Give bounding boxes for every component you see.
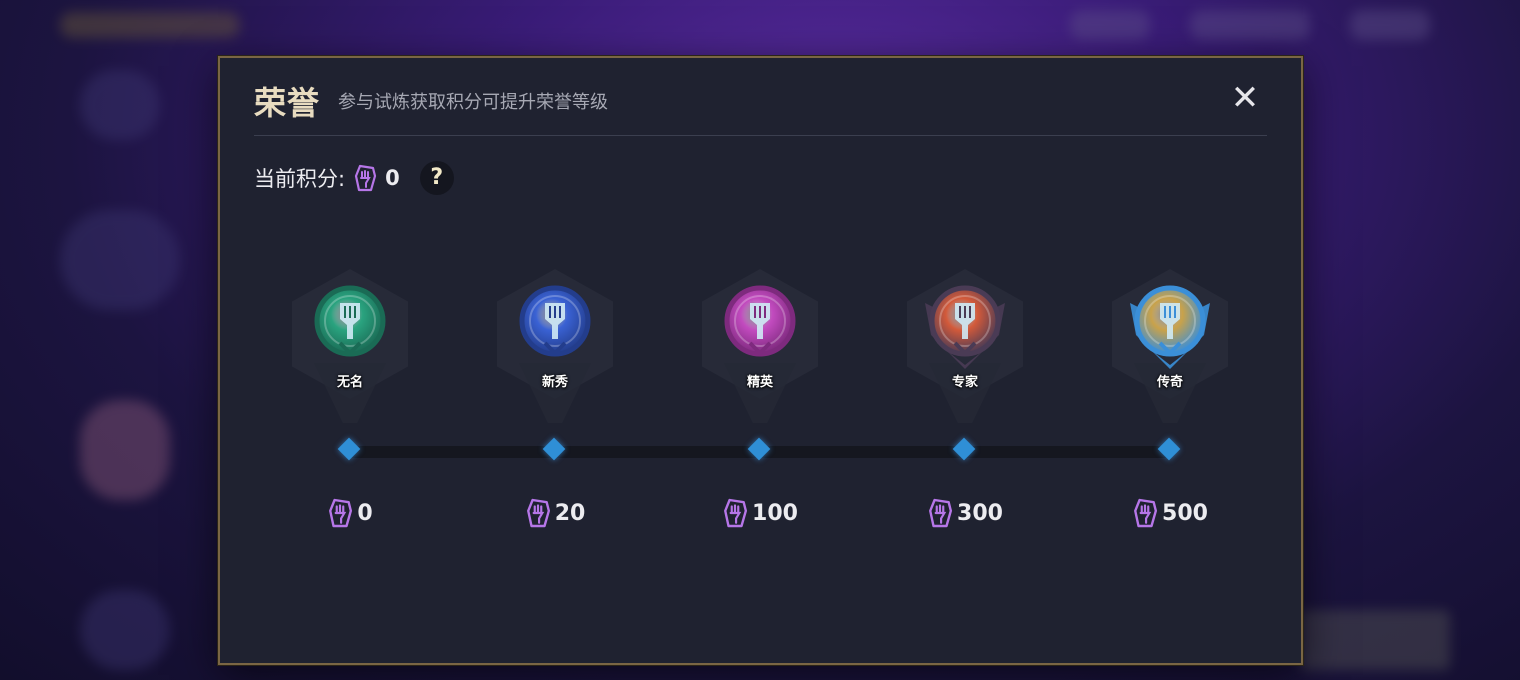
tier-list: 无名 0 新秀 20 精英 100 专家 300 传奇 500: [220, 58, 1301, 663]
background-blur: [1070, 10, 1150, 40]
tier-item: 新秀 20: [475, 263, 635, 543]
spatula-emblem-icon: [724, 285, 796, 357]
tier-requirement: 20: [475, 497, 635, 529]
tier-requirement-value: 500: [1162, 500, 1208, 526]
tier-name: 新秀: [541, 375, 568, 390]
tier-requirement-value: 100: [752, 500, 798, 526]
background-blur: [1350, 10, 1430, 40]
point-token-icon: [929, 498, 953, 528]
tier-requirement-value: 300: [957, 500, 1003, 526]
tier-progress-node: [542, 437, 566, 461]
tier-requirement: 300: [885, 497, 1045, 529]
tier-item: 精英 100: [680, 263, 840, 543]
tier-requirement: 500: [1090, 497, 1250, 529]
tier-item: 无名 0: [270, 263, 430, 543]
tier-requirement-value: 0: [357, 500, 373, 526]
tier-item: 专家 300: [885, 263, 1045, 543]
background-blur: [1190, 10, 1310, 40]
tier-requirement-value: 20: [554, 500, 586, 526]
point-token-icon: [526, 498, 550, 528]
tier-name: 专家: [951, 375, 978, 390]
spatula-emblem-icon: [1130, 285, 1210, 369]
background-blur: [80, 590, 170, 670]
tier-progress-node: [337, 437, 361, 461]
background-blur: [80, 400, 170, 500]
point-token-icon: [329, 498, 353, 528]
background-blur: [1300, 610, 1450, 670]
tier-name: 无名: [336, 375, 363, 390]
point-token-icon: [724, 498, 748, 528]
point-token-icon: [1134, 498, 1158, 528]
tier-progress-node: [747, 437, 771, 461]
background-blur: [80, 70, 160, 140]
tier-progress-node: [1157, 437, 1181, 461]
tier-progress-node: [952, 437, 976, 461]
tier-requirement: 0: [270, 497, 430, 529]
spatula-emblem-icon: [925, 285, 1005, 369]
tier-item: 传奇 500: [1090, 263, 1250, 543]
honor-dialog: 荣誉 参与试炼获取积分可提升荣誉等级 ✕ 当前积分: 0 ? 无名 0 新秀 2…: [218, 56, 1303, 665]
tier-name: 传奇: [1156, 375, 1183, 390]
spatula-emblem-icon: [519, 285, 591, 357]
tier-requirement: 100: [680, 497, 840, 529]
tier-name: 精英: [746, 375, 773, 390]
spatula-emblem-icon: [314, 285, 386, 357]
background-blur: [60, 12, 240, 38]
background-blur: [60, 210, 180, 310]
